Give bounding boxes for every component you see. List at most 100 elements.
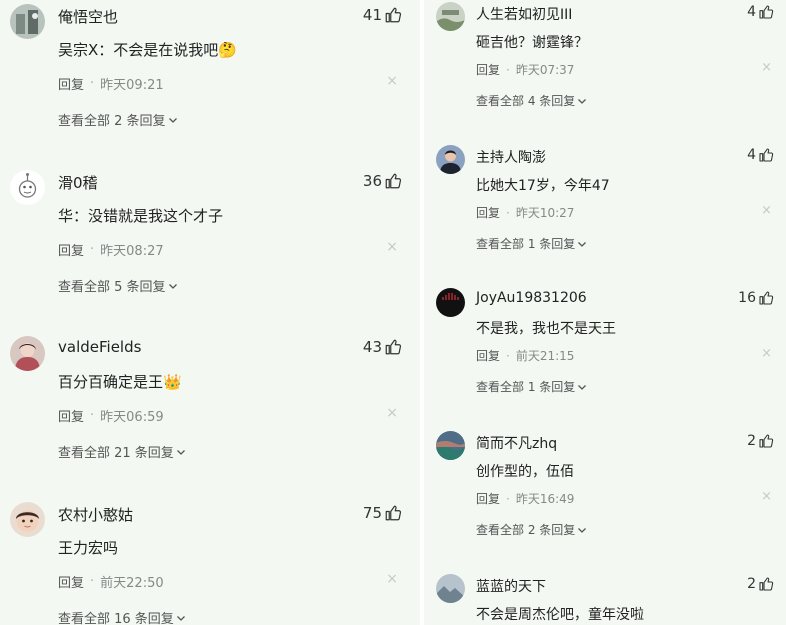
comment-time: 前天22:50 <box>100 576 164 591</box>
like-button[interactable]: 41 <box>363 6 402 24</box>
chevron-down-icon <box>176 449 185 455</box>
separator-dot: · <box>506 348 510 363</box>
user-avatar[interactable] <box>436 288 465 317</box>
comment-text: 比她大17岁，今年47 <box>476 178 610 194</box>
reply-button[interactable]: 回复 <box>58 240 84 259</box>
thumbs-up-icon <box>385 339 402 355</box>
like-button[interactable]: 4 <box>747 147 774 163</box>
comment-text: 砸吉他？谢霆锋？ <box>476 35 588 51</box>
view-all-replies-button[interactable]: 查看全部 1 条回复 <box>476 235 587 252</box>
comment-meta: 回复 · 昨天16:49 <box>476 490 574 507</box>
username[interactable]: 蓝蓝的天下 <box>476 576 546 596</box>
like-button[interactable]: 36 <box>363 172 402 190</box>
separator-dot: · <box>506 491 510 506</box>
close-icon[interactable]: × <box>761 346 772 361</box>
user-avatar[interactable] <box>436 2 465 31</box>
thumbs-up-icon <box>759 148 774 162</box>
close-icon[interactable]: × <box>386 239 398 255</box>
like-count: 75 <box>362 504 382 522</box>
user-avatar[interactable] <box>436 431 465 460</box>
view-all-replies-button[interactable]: 查看全部 2 条回复 <box>58 110 178 129</box>
avatar-image-icon <box>10 336 45 371</box>
view-all-replies-button[interactable]: 查看全部 21 条回复 <box>58 442 186 461</box>
thumbs-up-icon <box>759 434 774 448</box>
view-all-replies-button[interactable]: 查看全部 4 条回复 <box>476 92 587 109</box>
like-button[interactable]: 43 <box>363 338 402 356</box>
comment-item: valdeFields 43 百分百确定是王👑 回复 · 昨天06:59 × 查… <box>0 332 420 492</box>
like-count: 43 <box>362 338 382 356</box>
thumbs-up-icon <box>385 173 402 189</box>
like-count: 4 <box>747 147 756 163</box>
user-avatar[interactable] <box>436 145 465 174</box>
comment-item: 简而不凡zhq 2 创作型的，伍佰 回复 · 昨天16:49 × 查看全部 2 … <box>424 429 786 569</box>
reply-button[interactable]: 回复 <box>476 61 500 78</box>
view-all-replies-label: 查看全部 2 条回复 <box>58 114 166 129</box>
comment-meta: 回复 · 昨天10:27 <box>476 204 574 221</box>
like-count: 2 <box>747 576 756 592</box>
username[interactable]: JoyAu19831206 <box>476 290 587 306</box>
view-all-replies-button[interactable]: 查看全部 2 条回复 <box>476 521 587 538</box>
separator-dot: · <box>90 408 95 423</box>
reply-button[interactable]: 回复 <box>58 74 84 93</box>
view-all-replies-button[interactable]: 查看全部 5 条回复 <box>58 276 178 295</box>
user-avatar[interactable] <box>10 4 45 39</box>
view-all-replies-label: 查看全部 1 条回复 <box>476 237 576 251</box>
comment-meta: 回复 · 昨天07:37 <box>476 61 574 78</box>
close-icon[interactable]: × <box>386 73 398 89</box>
comment-text: 百分百确定是王👑 <box>58 373 182 391</box>
like-button[interactable]: 4 <box>747 4 774 20</box>
close-icon[interactable]: × <box>761 203 772 218</box>
close-icon[interactable]: × <box>386 405 398 421</box>
comment-time: 昨天07:37 <box>515 63 575 77</box>
user-avatar[interactable] <box>436 574 465 603</box>
user-avatar[interactable] <box>10 502 45 537</box>
avatar-image-icon <box>436 431 465 460</box>
like-button[interactable]: 75 <box>363 504 402 522</box>
comment-time: 前天21:15 <box>515 349 575 363</box>
comment-meta: 回复 · 前天21:15 <box>476 347 574 364</box>
username[interactable]: 滑0稽 <box>58 172 98 193</box>
avatar-image-icon <box>436 2 465 31</box>
like-count: 36 <box>362 172 382 190</box>
comment-item: 人生若如初见III 4 砸吉他？谢霆锋？ 回复 · 昨天07:37 × 查看全部… <box>424 0 786 140</box>
close-icon[interactable]: × <box>761 60 772 75</box>
like-button[interactable]: 2 <box>747 433 774 449</box>
user-avatar[interactable] <box>10 170 45 205</box>
reply-button[interactable]: 回复 <box>476 490 500 507</box>
like-button[interactable]: 2 <box>747 576 774 592</box>
username[interactable]: valdeFields <box>58 338 141 356</box>
view-all-replies-label: 查看全部 4 条回复 <box>476 94 576 108</box>
view-all-replies-label: 查看全部 1 条回复 <box>476 380 576 394</box>
user-avatar[interactable] <box>10 336 45 371</box>
comment-item: JoyAu19831206 16 不是我，我也不是天王 回复 · 前天21:15… <box>424 286 786 426</box>
separator-dot: · <box>90 242 95 257</box>
reply-button[interactable]: 回复 <box>476 204 500 221</box>
comment-time: 昨天16:49 <box>515 492 575 506</box>
username[interactable]: 农村小憨姑 <box>58 504 133 525</box>
view-all-replies-button[interactable]: 查看全部 1 条回复 <box>476 378 587 395</box>
avatar-image-icon <box>436 288 465 317</box>
like-count: 4 <box>747 4 756 20</box>
like-button[interactable]: 16 <box>738 290 774 306</box>
comment-text: 吴宗X：不会是在说我吧🤔 <box>58 41 237 59</box>
comment-meta: 回复 · 昨天09:21 <box>58 74 164 93</box>
comment-meta: 回复 · 昨天08:27 <box>58 240 164 259</box>
comment-text: 不会是周杰伦吧，童年没啦 <box>476 607 644 623</box>
thumbs-up-icon <box>385 7 402 23</box>
close-icon[interactable]: × <box>761 489 772 504</box>
username[interactable]: 俺悟空也 <box>58 6 118 27</box>
comment-time: 昨天06:59 <box>100 410 164 425</box>
username[interactable]: 主持人陶澎 <box>476 147 546 167</box>
comment-time: 昨天10:27 <box>515 206 575 220</box>
reply-button[interactable]: 回复 <box>476 347 500 364</box>
view-all-replies-button[interactable]: 查看全部 16 条回复 <box>58 608 186 625</box>
username[interactable]: 简而不凡zhq <box>476 433 557 453</box>
chevron-down-icon <box>578 98 587 104</box>
comment-column-left: 俺悟空也 41 吴宗X：不会是在说我吧🤔 回复 · 昨天09:21 × 查看全部… <box>0 0 420 625</box>
comment-item: 主持人陶澎 4 比她大17岁，今年47 回复 · 昨天10:27 × 查看全部 … <box>424 143 786 283</box>
reply-button[interactable]: 回复 <box>58 406 84 425</box>
close-icon[interactable]: × <box>386 571 398 587</box>
reply-button[interactable]: 回复 <box>58 572 84 591</box>
avatar-image-icon <box>436 574 465 603</box>
username[interactable]: 人生若如初见III <box>476 4 572 24</box>
